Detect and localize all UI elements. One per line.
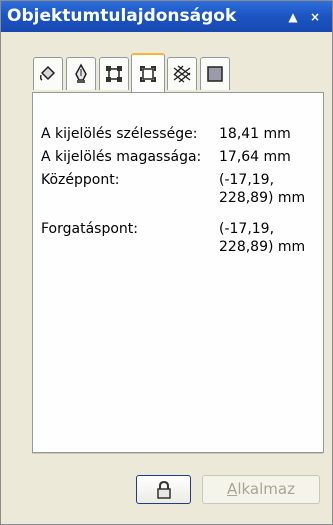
bounding-box-corners-icon: [140, 65, 156, 82]
lock-button[interactable]: [136, 475, 191, 504]
fill-bucket-icon: [39, 65, 56, 81]
close-button[interactable]: ×: [307, 9, 323, 25]
lock-icon: [156, 480, 171, 499]
tab-fill[interactable]: [33, 57, 63, 90]
properties-panel: A kijelölés szélessége: 18,41 mm A kijel…: [32, 92, 324, 453]
tab-square[interactable]: [200, 57, 230, 90]
apply-button[interactable]: Alkalmaz: [202, 475, 320, 504]
hatch-icon: [173, 65, 191, 83]
minimize-button[interactable]: ▲: [285, 9, 301, 25]
height-value: 17,64 mm: [219, 149, 291, 165]
divider: [32, 453, 323, 454]
square-icon: [207, 66, 223, 82]
tab-pattern[interactable]: [167, 57, 197, 90]
tab-outline[interactable]: [66, 57, 96, 90]
rotation-point-value-line1: (-17,19,: [219, 221, 275, 237]
apply-button-mnemonic: A: [227, 480, 238, 498]
center-label: Középpont:: [41, 172, 120, 188]
window-title: Objektumtulajdonságok: [7, 6, 237, 26]
title-bar[interactable]: Objektumtulajdonságok ▲ ×: [1, 1, 332, 32]
pen-nib-icon: [75, 63, 87, 83]
tab-size[interactable]: [99, 57, 129, 90]
apply-button-label: lkalmaz: [237, 480, 295, 498]
tab-transform[interactable]: [131, 53, 165, 92]
rotation-point-value-line2: 228,89) mm: [219, 239, 306, 255]
rotation-point-label: Forgatáspont:: [41, 221, 138, 237]
object-properties-window: Objektumtulajdonságok ▲ × A kijelölés sz…: [0, 0, 333, 525]
center-value-line1: (-17,19,: [219, 172, 275, 188]
tab-strip: [33, 53, 263, 93]
bounding-box-icon: [106, 66, 122, 82]
width-label: A kijelölés szélessége:: [41, 126, 198, 142]
height-label: A kijelölés magassága:: [41, 149, 202, 165]
center-value-line2: 228,89) mm: [219, 190, 306, 206]
width-value: 18,41 mm: [219, 126, 291, 142]
